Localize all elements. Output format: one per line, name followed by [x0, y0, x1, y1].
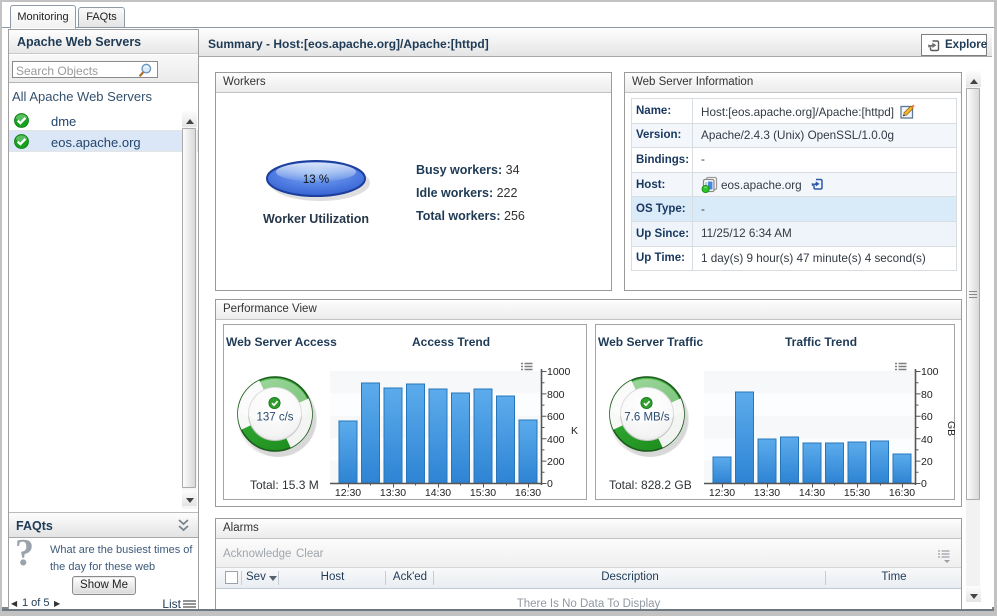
svg-text:12:30: 12:30 — [335, 487, 361, 497]
svg-text:80: 80 — [921, 389, 933, 401]
svg-text:7.6 MB/s: 7.6 MB/s — [624, 412, 670, 424]
svg-text:13 %: 13 % — [303, 174, 329, 186]
svg-text:1000: 1000 — [547, 366, 571, 378]
svg-text:137 c/s: 137 c/s — [256, 412, 293, 424]
svg-text:800: 800 — [547, 389, 565, 401]
svg-text:200: 200 — [547, 456, 565, 468]
svg-text:60: 60 — [921, 411, 933, 423]
svg-text:GB: GB — [945, 421, 956, 436]
svg-text:14:30: 14:30 — [425, 487, 451, 497]
svg-text:K: K — [571, 425, 578, 437]
svg-text:600: 600 — [547, 411, 565, 423]
svg-text:40: 40 — [921, 434, 933, 446]
svg-text:13:30: 13:30 — [754, 487, 780, 497]
svg-text:16:30: 16:30 — [515, 487, 541, 497]
svg-text:15:30: 15:30 — [844, 487, 870, 497]
svg-text:16:30: 16:30 — [889, 487, 915, 497]
svg-text:0: 0 — [921, 478, 927, 490]
svg-text:20: 20 — [921, 456, 933, 468]
svg-text:12:30: 12:30 — [709, 487, 735, 497]
svg-text:14:30: 14:30 — [799, 487, 825, 497]
svg-text:0: 0 — [547, 478, 553, 490]
svg-text:13:30: 13:30 — [380, 487, 406, 497]
svg-text:400: 400 — [547, 434, 565, 446]
svg-text:15:30: 15:30 — [470, 487, 496, 497]
svg-text:100: 100 — [921, 366, 939, 378]
